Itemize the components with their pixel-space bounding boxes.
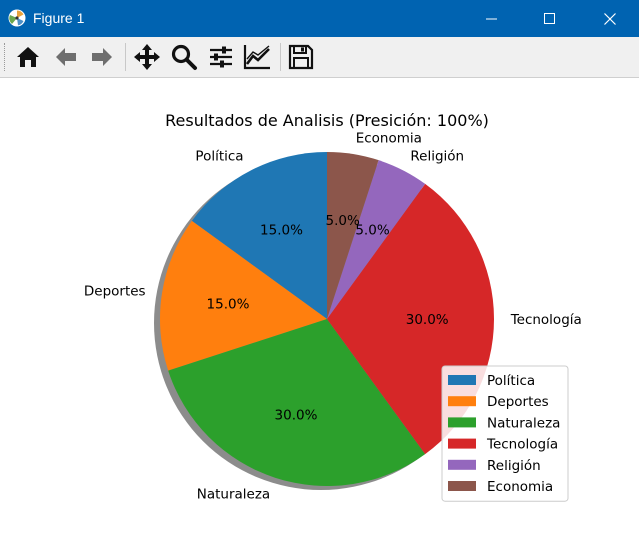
chart-legend: Política Deportes Naturaleza Tecnología Reli… (441, 365, 569, 502)
window-title: Figure 1 (33, 10, 85, 26)
minimize-button[interactable] (462, 0, 521, 37)
legend-swatch (448, 438, 476, 449)
navigation-toolbar (0, 37, 639, 78)
pie-category-label: Tecnología (510, 312, 582, 328)
save-icon (288, 44, 314, 70)
legend-label: Deportes (487, 394, 549, 410)
save-button[interactable] (285, 41, 317, 73)
pie-category-label: Religión (410, 148, 464, 164)
home-button[interactable] (12, 41, 44, 73)
legend-label: Economia (487, 479, 553, 495)
forward-icon (92, 48, 112, 66)
back-button[interactable] (50, 41, 82, 73)
toolbar-grip (4, 43, 7, 71)
edit-axis-icon (243, 45, 270, 70)
minimize-icon (485, 18, 497, 19)
configure-subplots-button[interactable] (205, 41, 237, 73)
pie-percent-label: 15.0% (260, 223, 303, 239)
window-titlebar: Figure 1 (0, 0, 639, 37)
legend-swatch (448, 459, 476, 470)
zoom-icon (171, 44, 197, 70)
back-icon (56, 48, 76, 66)
figure-canvas: Resultados de Analisis (Presición: 100%)… (0, 78, 639, 556)
pan-button[interactable] (131, 41, 163, 73)
legend-label: Naturaleza (487, 415, 560, 431)
pan-icon (134, 44, 160, 70)
forward-button[interactable] (86, 41, 118, 73)
legend-label: Tecnología (486, 437, 558, 453)
chart-title: Resultados de Analisis (Presición: 100%) (165, 111, 489, 130)
close-icon (603, 12, 616, 25)
pie-percent-label: 5.0% (355, 223, 389, 239)
legend-swatch (448, 481, 476, 491)
pie-category-label: Política (195, 148, 243, 164)
legend-swatch (448, 375, 476, 385)
legend-swatch (448, 396, 476, 407)
pie-percent-label: 30.0% (406, 312, 449, 328)
pie-category-label: Economia (356, 131, 422, 147)
configure-subplots-icon (210, 46, 232, 68)
maximize-icon (543, 12, 555, 24)
toolbar-separator (280, 43, 281, 71)
legend-label: Religión (487, 458, 541, 474)
pie-category-label: Deportes (84, 283, 146, 299)
toolbar-separator (125, 43, 126, 71)
maximize-button[interactable] (520, 0, 579, 37)
home-icon (17, 47, 39, 67)
matplotlib-logo-icon (8, 9, 26, 27)
pie-percent-label: 15.0% (207, 296, 250, 312)
legend-label: Política (487, 373, 535, 389)
close-button[interactable] (580, 0, 639, 37)
pie-percent-label: 5.0% (326, 213, 360, 229)
edit-axis-button[interactable] (241, 41, 273, 73)
pie-category-label: Naturaleza (197, 487, 270, 503)
legend-swatch (448, 417, 476, 428)
pie-percent-label: 30.0% (275, 407, 318, 423)
zoom-button[interactable] (168, 41, 200, 73)
